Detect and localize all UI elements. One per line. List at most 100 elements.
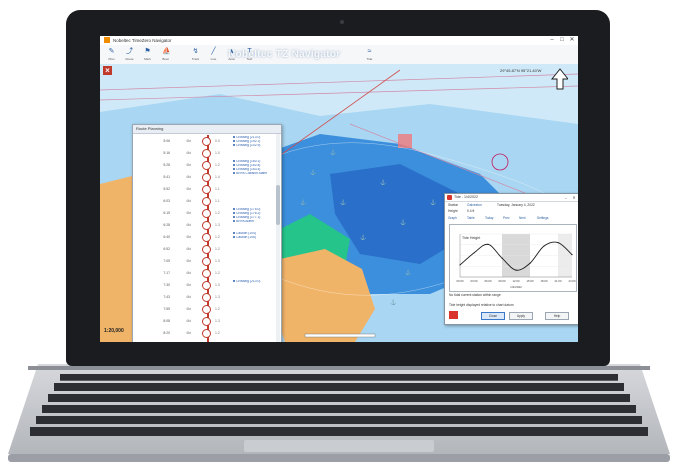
waypoint-event-item[interactable]: ARPA Collision Alarm	[233, 172, 277, 176]
waypoint-marker-icon[interactable]	[202, 137, 211, 146]
waypoint-event-item[interactable]: Caution (106)	[233, 236, 277, 240]
waypoint-marker-icon[interactable]	[202, 329, 211, 338]
tide-point	[515, 269, 517, 271]
waypoint-marker-icon[interactable]	[202, 281, 211, 290]
toolbar-button-mark[interactable]: ⚑ Mark	[140, 47, 155, 62]
tide-apply-button[interactable]: Apply	[509, 312, 533, 320]
route-waypoint-row[interactable]: 5:06 6kt 0.0 Crossing (213.0) Crossing (192.…	[133, 136, 281, 148]
waypoint-event-item[interactable]: Crossing (177.1)	[233, 216, 277, 220]
tide-dialog-close-button[interactable]: Close	[481, 312, 505, 320]
route-waypoint-row[interactable]: 7:30 6kt 1.3 Crossing (210.0)	[133, 280, 281, 292]
waypoint-marker-icon[interactable]	[202, 293, 211, 302]
tide-prev-button[interactable]: Prev	[503, 215, 510, 222]
maximize-button[interactable]: □	[558, 37, 566, 44]
waypoint-marker-icon[interactable]	[202, 161, 211, 170]
waypoint-event-item[interactable]: ARPA Alarm	[233, 220, 277, 224]
toolbar-button-track[interactable]: ↯ Track	[188, 47, 203, 62]
event-bullet-icon	[233, 208, 235, 211]
close-icon[interactable]: ×	[103, 66, 112, 75]
tide-today-button[interactable]: Today	[485, 215, 494, 222]
waypoint-distance: 1.2	[215, 163, 220, 167]
svg-text:⚓: ⚓	[390, 299, 396, 306]
waypoint-marker-icon[interactable]	[202, 245, 211, 254]
route-waypoint-row[interactable]: 8:20 6kt 1.2	[133, 328, 281, 340]
tide-next-button[interactable]: Next	[519, 215, 526, 222]
route-waypoint-row[interactable]: 6:03 6kt 1.1	[133, 196, 281, 208]
tide-minimize-button[interactable]: –	[562, 194, 570, 201]
route-scrollbar[interactable]	[276, 134, 280, 342]
waypoint-event-item[interactable]: Crossing (163.4)	[233, 168, 277, 172]
tide-icon: ≈	[367, 48, 372, 55]
route-waypoint-row[interactable]: 7:05 6kt 1.3	[133, 256, 281, 268]
waypoint-speed: 6kt	[186, 295, 191, 299]
waypoint-event-item[interactable]: Crossing (102.9)	[233, 144, 277, 148]
tide-close-button[interactable]: ✕	[570, 194, 578, 201]
tide-settings-button[interactable]: Settings	[537, 215, 549, 222]
waypoint-eta: 7:55	[163, 307, 170, 311]
tide-date: Tuesday, January 4, 2022	[497, 203, 535, 207]
event-text: Crossing (210.0)	[236, 280, 261, 283]
event-text: Crossing (162.8)	[236, 163, 261, 167]
route-waypoint-row[interactable]: 7:17 6kt 1.2	[133, 268, 281, 280]
tide-graph-tab[interactable]: Graph	[448, 215, 457, 222]
route-waypoint-row[interactable]: 6:28 6kt 1.3 ARPA Alarm	[133, 220, 281, 232]
toolbar-button-route[interactable]: ⤴ Route	[122, 47, 137, 62]
svg-text:⚓: ⚓	[380, 179, 386, 186]
minimize-button[interactable]: –	[548, 37, 556, 44]
tide-height-label: Height	[448, 209, 458, 213]
tide-footer-note: No tidal current station within range	[449, 293, 501, 297]
waypoint-marker-icon[interactable]	[202, 305, 211, 314]
waypoint-marker-icon[interactable]	[202, 149, 211, 158]
route-waypoint-row[interactable]: 5:28 6kt 1.2 Crossing (160.1) Crossing (162.…	[133, 160, 281, 172]
waypoint-marker-icon[interactable]	[202, 233, 211, 242]
tide-record-icon[interactable]	[449, 311, 458, 319]
scale-bar	[304, 333, 376, 338]
waypoint-marker-icon[interactable]	[202, 185, 211, 194]
waypoint-events: ARPA Collision Alarm	[233, 172, 277, 176]
waypoint-marker-icon[interactable]	[202, 257, 211, 266]
tide-station-value[interactable]: Galveston	[467, 203, 482, 207]
waypoint-marker-icon[interactable]	[202, 209, 211, 218]
waypoint-marker-icon[interactable]	[202, 197, 211, 206]
chart-scale-label: 1:20,000	[104, 328, 124, 334]
tide-window: Tide - 1/4/2022 – ✕ Station Galveston Tu…	[444, 193, 578, 325]
app-title: Nobeltec TimeZero Navigator	[113, 38, 172, 43]
waypoint-distance: 1.2	[215, 271, 220, 275]
toolbar-button-boat[interactable]: ⛵ Boat	[158, 47, 173, 62]
route-waypoint-row[interactable]: 7:55 6kt 1.2	[133, 304, 281, 316]
camera-dot	[340, 20, 344, 24]
waypoint-speed: 6kt	[186, 271, 191, 275]
tide-graph[interactable]: Tide Height 00:00 03:00 06:00 09:00 12:00 15:0…	[449, 224, 577, 292]
event-bullet-icon	[233, 136, 235, 139]
toolbar-button-plan[interactable]: ✎ Plan	[104, 47, 119, 62]
waypoint-marker-icon[interactable]	[202, 221, 211, 230]
route-waypoint-row[interactable]: 8:08 6kt 1.3	[133, 316, 281, 328]
waypoint-eta: 5:41	[163, 175, 170, 179]
waypoint-eta: 7:17	[163, 271, 170, 275]
route-waypoint-row[interactable]: 5:52 6kt 1.1	[133, 184, 281, 196]
event-text: Caution (106)	[236, 235, 256, 239]
route-waypoint-row[interactable]: 6:15 6kt 1.2 Crossing (175.0) Crossing (176.…	[133, 208, 281, 220]
waypoint-marker-icon[interactable]	[202, 317, 211, 326]
event-bullet-icon	[233, 163, 235, 166]
waypoint-events: Crossing (160.1) Crossing (162.8) Crossing…	[233, 160, 277, 171]
route-waypoint-row[interactable]: 5:41 6kt 1.4 ARPA Collision Alarm	[133, 172, 281, 184]
route-waypoint-row[interactable]: 5:16 6kt 1.0	[133, 148, 281, 160]
waypoint-speed: 6kt	[186, 139, 191, 143]
north-up-arrow-icon[interactable]	[530, 67, 568, 91]
tide-help-button[interactable]: Help	[545, 312, 569, 320]
event-bullet-icon	[233, 232, 235, 235]
route-waypoint-row[interactable]: 7:43 6kt 1.3	[133, 292, 281, 304]
close-window-button[interactable]: ✕	[568, 37, 576, 44]
route-waypoint-row[interactable]: 6:52 6kt 1.2	[133, 244, 281, 256]
waypoint-marker-icon[interactable]	[202, 173, 211, 182]
waypoint-speed: 6kt	[186, 223, 191, 227]
waypoint-eta: 6:03	[163, 199, 170, 203]
route-waypoint-row[interactable]: 6:40 6kt 1.2 Caution (104) Caution (106)	[133, 232, 281, 244]
toolbar-button-tide[interactable]: ≈ Tide	[362, 47, 377, 62]
toolbar-button-line[interactable]: ╱ Line	[206, 47, 221, 62]
tide-table-tab[interactable]: Table	[467, 215, 475, 222]
waypoint-marker-icon[interactable]	[202, 269, 211, 278]
route-scrollbar-thumb[interactable]	[276, 185, 280, 225]
waypoint-event-item[interactable]: Crossing (210.0)	[233, 280, 277, 284]
